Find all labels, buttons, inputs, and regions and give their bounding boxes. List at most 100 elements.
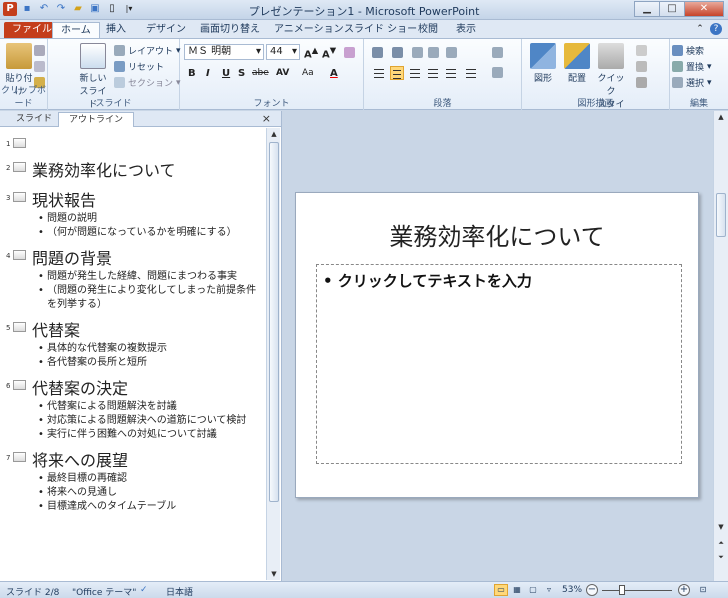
minimize-ribbon-icon[interactable]: ⌃ <box>694 23 706 35</box>
outline-slide[interactable]: 6 代替案の決定代替案による問題解決を討議対応策による問題解決への道筋について検討… <box>6 378 266 442</box>
tab-insert[interactable]: 挿入 <box>98 22 134 38</box>
align-center-icon[interactable] <box>390 66 404 80</box>
tab-slides-pane[interactable]: スライド <box>6 112 62 127</box>
outline-bullet[interactable]: （何が問題になっているかを明確にする） <box>38 226 266 240</box>
font-name-combo[interactable]: ＭＳ 明朝 ▾ <box>184 44 264 60</box>
slide-canvas[interactable]: 業務効率化について • クリックしてテキストを入力 <box>295 192 699 498</box>
underline-button[interactable]: U <box>222 68 230 79</box>
numbering-icon[interactable] <box>392 47 403 58</box>
outline-slide-title[interactable]: 代替案 <box>32 320 266 342</box>
increase-indent-icon[interactable] <box>428 47 439 58</box>
align-left-icon[interactable] <box>372 66 386 80</box>
outline-list[interactable]: 1 2 業務効率化について 3 現状報告問題の説明（何が問題になっているかを明確にする）… <box>0 128 266 580</box>
tab-outline-pane[interactable]: アウトライン <box>58 112 135 127</box>
outline-slide[interactable]: 1 <box>6 136 266 152</box>
slide-indicator[interactable]: スライド 2/8 <box>6 585 59 598</box>
tab-transitions[interactable]: 画面切り替え <box>192 22 268 38</box>
outline-slide[interactable]: 2 業務効率化について <box>6 160 266 182</box>
align-text-icon[interactable] <box>492 67 503 78</box>
slide-icon[interactable] <box>13 138 26 148</box>
next-slide-icon[interactable]: ⏷ <box>714 553 728 562</box>
outline-bullet[interactable]: 代替案による問題解決を討議 <box>38 400 266 414</box>
previous-slide-icon[interactable]: ⏶ <box>714 539 728 548</box>
slide-icon[interactable] <box>13 162 26 172</box>
outline-bullet[interactable]: 問題の説明 <box>38 212 266 226</box>
spellcheck-icon[interactable]: ✓ <box>140 585 148 595</box>
slide-icon[interactable] <box>13 380 26 390</box>
reset-button[interactable]: リセット <box>114 60 164 73</box>
outline-slide-title[interactable]: 代替案の決定 <box>32 378 266 400</box>
slide-title[interactable]: 業務効率化について <box>296 217 698 252</box>
outline-slide[interactable]: 4 問題の背景問題が発生した経緯、問題にまつわる事実（問題の発生により変化してしま… <box>6 248 266 312</box>
outline-bullet[interactable]: （問題の発生により変化してしまった前提条件を列挙する） <box>38 284 266 312</box>
tab-view[interactable]: 表示 <box>448 22 484 38</box>
outline-scrollbar[interactable]: ▲ ▼ <box>266 128 280 580</box>
outline-bullet[interactable]: 各代替案の長所と短所 <box>38 356 266 370</box>
cut-icon[interactable] <box>34 45 45 56</box>
bullets-icon[interactable] <box>372 47 383 58</box>
tab-home[interactable]: ホーム <box>52 22 100 38</box>
outline-bullet[interactable]: 実行に伴う困難への対処について討議 <box>38 428 266 442</box>
slide-icon[interactable] <box>13 322 26 332</box>
slide-scroll-down-icon[interactable]: ▼ <box>714 523 728 531</box>
outline-bullet[interactable]: 目標達成へのタイムテーブル <box>38 500 266 514</box>
slide-icon[interactable] <box>13 192 26 202</box>
fit-to-window-icon[interactable]: ⊡ <box>696 584 710 596</box>
bold-button[interactable]: B <box>188 68 196 79</box>
zoom-out-icon[interactable]: − <box>586 584 598 596</box>
justify-icon[interactable] <box>426 66 440 80</box>
normal-view-icon[interactable]: ▭ <box>494 584 508 596</box>
decrease-indent-icon[interactable] <box>412 47 423 58</box>
copy-icon[interactable] <box>34 61 45 72</box>
maximize-button[interactable]: □ <box>659 1 685 17</box>
font-color-button[interactable]: A <box>330 68 338 79</box>
arrange-button[interactable]: 配置 <box>560 43 594 84</box>
clear-formatting-icon[interactable] <box>344 47 355 58</box>
slideshow-view-icon[interactable]: ▿ <box>542 584 556 596</box>
zoom-slider-thumb[interactable] <box>619 585 625 595</box>
shape-effects-icon[interactable] <box>636 77 647 88</box>
tab-design[interactable]: デザイン <box>138 22 194 38</box>
outline-scroll-thumb[interactable] <box>269 142 279 502</box>
grow-font-button[interactable]: A▲ <box>304 45 318 60</box>
shrink-font-button[interactable]: A▼ <box>322 45 336 60</box>
text-direction-icon[interactable] <box>492 47 503 58</box>
content-placeholder[interactable]: • クリックしてテキストを入力 <box>316 264 682 464</box>
outline-slide[interactable]: 3 現状報告問題の説明（何が問題になっているかを明確にする） <box>6 190 266 240</box>
scroll-up-icon[interactable]: ▲ <box>267 130 281 138</box>
outline-slide-title[interactable]: 現状報告 <box>32 190 266 212</box>
section-button[interactable]: セクション ▾ <box>114 76 181 89</box>
outline-bullet[interactable]: 対応策による問題解決への道筋について検討 <box>38 414 266 428</box>
outline-bullet[interactable]: 具体的な代替案の複数提示 <box>38 342 266 356</box>
theme-name[interactable]: "Office テーマ" <box>72 585 136 598</box>
outline-slide-title[interactable]: 将来への展望 <box>32 450 266 472</box>
shape-outline-icon[interactable] <box>636 61 647 72</box>
align-right-icon[interactable] <box>408 66 422 80</box>
help-icon[interactable]: ? <box>710 23 722 35</box>
font-size-combo[interactable]: 44 ▾ <box>266 44 300 60</box>
language-indicator[interactable]: 日本語 <box>166 585 193 598</box>
italic-button[interactable]: I <box>206 68 210 79</box>
shape-fill-icon[interactable] <box>636 45 647 56</box>
outline-slide[interactable]: 7 将来への展望最終目標の再確認将来への見通し目標達成へのタイムテーブル <box>6 450 266 514</box>
pane-close-icon[interactable]: × <box>262 112 271 125</box>
outline-bullet[interactable]: 問題が発生した経緯、問題にまつわる事実 <box>38 270 266 284</box>
zoom-level[interactable]: 53% <box>562 585 582 595</box>
slide-icon[interactable] <box>13 250 26 260</box>
scroll-down-icon[interactable]: ▼ <box>267 570 281 578</box>
tab-review[interactable]: 校閲 <box>410 22 446 38</box>
outline-slide[interactable]: 5 代替案具体的な代替案の複数提示各代替案の長所と短所 <box>6 320 266 370</box>
character-spacing-button[interactable]: AV <box>276 68 289 78</box>
find-button[interactable]: 検索 <box>672 44 704 57</box>
shapes-button[interactable]: 図形 <box>526 43 560 84</box>
slide-icon[interactable] <box>13 452 26 462</box>
reading-view-icon[interactable]: ▢ <box>526 584 540 596</box>
strikethrough-button[interactable]: abe <box>252 68 269 78</box>
shadow-button[interactable]: S <box>238 68 245 79</box>
change-case-button[interactable]: Aa <box>302 68 314 78</box>
outline-slide-title[interactable]: 問題の背景 <box>32 248 266 270</box>
distributed-icon[interactable] <box>444 66 458 80</box>
columns-icon[interactable] <box>464 66 478 80</box>
zoom-in-icon[interactable]: + <box>678 584 690 596</box>
line-spacing-icon[interactable] <box>446 47 457 58</box>
